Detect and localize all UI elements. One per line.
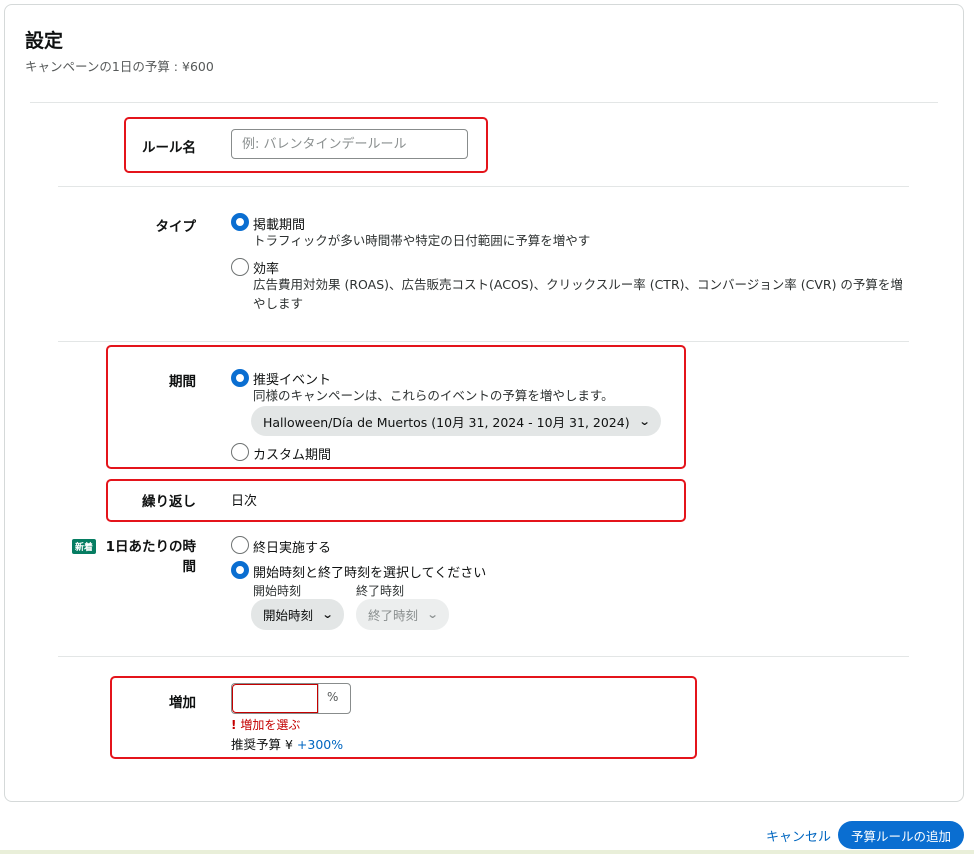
- cancel-button[interactable]: キャンセル: [766, 826, 831, 845]
- divider: [30, 102, 938, 103]
- end-time-select-value: 終了時刻: [368, 608, 419, 623]
- error-text: 増加を選ぶ: [240, 718, 301, 732]
- start-time-select[interactable]: 開始時刻 ⌄: [251, 599, 345, 630]
- daily-time-custom-label: 開始時刻と終了時刻を選択してください: [253, 566, 487, 581]
- rule-name-label: ルール名: [142, 140, 196, 156]
- period-option-recommended-description: 同様のキャンペーンは、これらのイベントの予算を増やします。: [253, 388, 614, 403]
- recommended-budget-label: 推奨予算 ¥: [231, 737, 293, 752]
- input-separator: [318, 684, 319, 713]
- daily-time-label: 1日あたりの時間: [105, 539, 196, 575]
- new-badge: 新着: [72, 539, 97, 554]
- increase-percent-box: %: [231, 683, 351, 714]
- increase-input[interactable]: [232, 684, 318, 713]
- start-time-label: 開始時刻: [253, 584, 302, 598]
- period-radio-custom[interactable]: [231, 443, 249, 461]
- type-option-duration-description: トラフィックが多い時間帯や特定の日付範囲に予算を増やす: [253, 233, 591, 248]
- type-option-efficiency-description: 広告費用対効果 (ROAS)、広告販売コスト(ACOS)、クリックスルー率 (C…: [253, 277, 903, 311]
- daily-time-radio-all-day[interactable]: [231, 536, 249, 554]
- period-label: 期間: [169, 374, 196, 390]
- recommended-budget: 推奨予算 ¥ +300%: [231, 734, 343, 753]
- daily-time-all-day-label: 終日実施する: [253, 541, 332, 556]
- increase-error-message: ! 増加を選ぶ: [231, 716, 300, 733]
- event-select[interactable]: Halloween/Día de Muertos (10月 31, 2024 -…: [251, 406, 661, 436]
- type-label: タイプ: [155, 219, 197, 235]
- increase-label: 増加: [169, 695, 196, 711]
- divider: [58, 656, 909, 657]
- end-time-label: 終了時刻: [356, 584, 405, 598]
- recommended-budget-link[interactable]: +300%: [297, 737, 343, 752]
- daily-budget-subtitle: キャンペーンの1日の予算 : ¥600: [25, 59, 214, 74]
- chevron-down-icon: ⌄: [638, 414, 651, 428]
- rule-name-input[interactable]: [231, 129, 468, 159]
- add-budget-rule-button[interactable]: 予算ルールの追加: [838, 821, 964, 849]
- divider: [58, 186, 909, 187]
- bottom-strip: [0, 850, 974, 854]
- period-radio-recommended-event[interactable]: [231, 369, 249, 387]
- repeat-value: 日次: [231, 494, 258, 509]
- divider: [58, 341, 909, 342]
- chevron-down-icon: ⌄: [321, 608, 334, 621]
- chevron-down-icon: ⌄: [426, 608, 439, 621]
- repeat-label: 繰り返し: [142, 494, 196, 510]
- page-title: 設定: [25, 30, 64, 52]
- start-time-select-value: 開始時刻: [263, 608, 314, 623]
- event-select-value: Halloween/Día de Muertos (10月 31, 2024 -…: [263, 414, 630, 430]
- end-time-select[interactable]: 終了時刻 ⌄: [356, 599, 450, 630]
- daily-time-radio-custom[interactable]: [231, 561, 249, 579]
- type-radio-duration[interactable]: [231, 213, 249, 231]
- error-icon: !: [231, 718, 237, 732]
- period-option-custom-label: カスタム期間: [253, 448, 332, 463]
- percent-unit: %: [327, 690, 339, 704]
- type-radio-efficiency[interactable]: [231, 258, 249, 276]
